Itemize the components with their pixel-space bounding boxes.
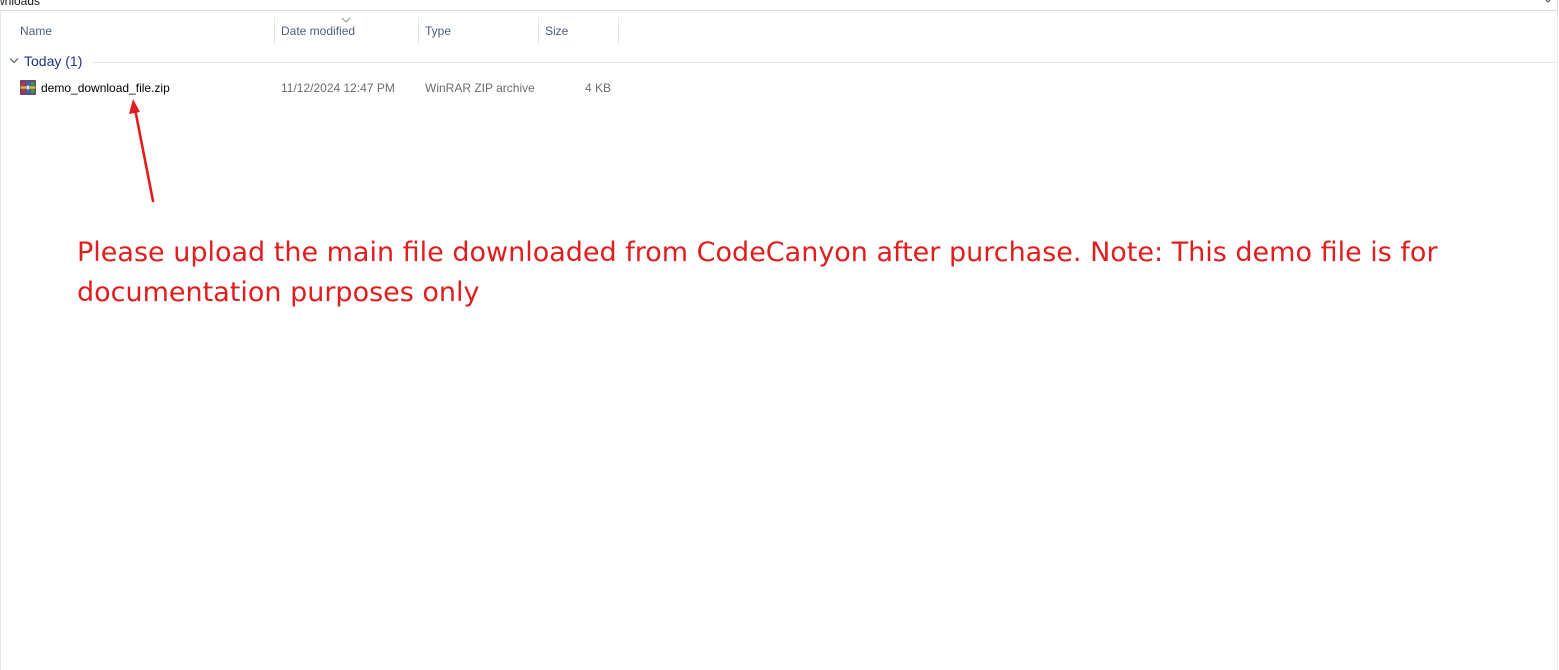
file-row[interactable]: demo_download_file.zip 11/12/2024 12:47 …	[15, 77, 625, 99]
file-date-modified: 11/12/2024 12:47 PM	[281, 81, 395, 95]
file-type: WinRAR ZIP archive	[425, 81, 535, 95]
window-right-border	[1557, 10, 1558, 670]
group-label: Today (1)	[24, 53, 83, 69]
column-header-size[interactable]: Size	[539, 17, 618, 44]
window-left-border	[0, 10, 1, 670]
file-name[interactable]: demo_download_file.zip	[41, 81, 170, 95]
annotation-note: Please upload the main file downloaded f…	[77, 237, 1438, 308]
group-divider	[92, 62, 1557, 63]
sort-descending-icon	[341, 17, 351, 23]
red-arrow-annotation	[129, 99, 155, 203]
chevron-down-icon[interactable]	[9, 57, 19, 65]
column-header-name-label: Name	[20, 24, 53, 38]
file-size: 4 KB	[585, 81, 612, 95]
file-explorer-window: wnloads Name Date modified Type Size Tod…	[0, 0, 1559, 670]
address-bar[interactable]: wnloads	[0, 0, 1558, 11]
winrar-archive-icon	[20, 80, 36, 95]
group-header-today[interactable]: Today (1)	[0, 51, 1557, 73]
column-header-name[interactable]: Name	[14, 17, 274, 44]
column-header-row: Name Date modified Type Size	[0, 17, 620, 44]
column-separator[interactable]	[618, 17, 619, 44]
column-header-size-label: Size	[545, 24, 569, 38]
column-header-date-modified-label: Date modified	[281, 24, 356, 38]
address-bar-path: wnloads	[0, 0, 41, 8]
column-header-type-label: Type	[425, 24, 452, 38]
column-header-type[interactable]: Type	[419, 17, 538, 44]
chevron-down-icon[interactable]	[1543, 0, 1553, 7]
